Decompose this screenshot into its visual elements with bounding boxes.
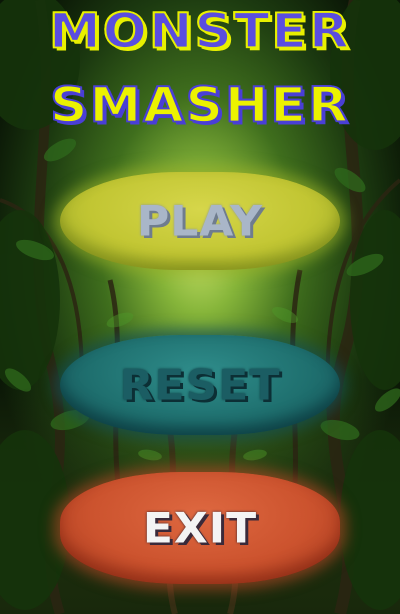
exit-button-label: EXIT <box>142 503 258 553</box>
play-button-label: PLAY <box>137 196 263 246</box>
title-line-monster: MONSTER <box>48 4 351 60</box>
title-line-smasher: SMASHER <box>49 78 350 134</box>
reset-button[interactable]: RESET <box>60 335 340 435</box>
exit-button[interactable]: EXIT <box>60 472 340 584</box>
main-menu-screen: MONSTER SMASHER PLAY RESET EXIT <box>0 0 400 614</box>
play-button[interactable]: PLAY <box>60 172 340 270</box>
reset-button-label: RESET <box>119 360 281 410</box>
